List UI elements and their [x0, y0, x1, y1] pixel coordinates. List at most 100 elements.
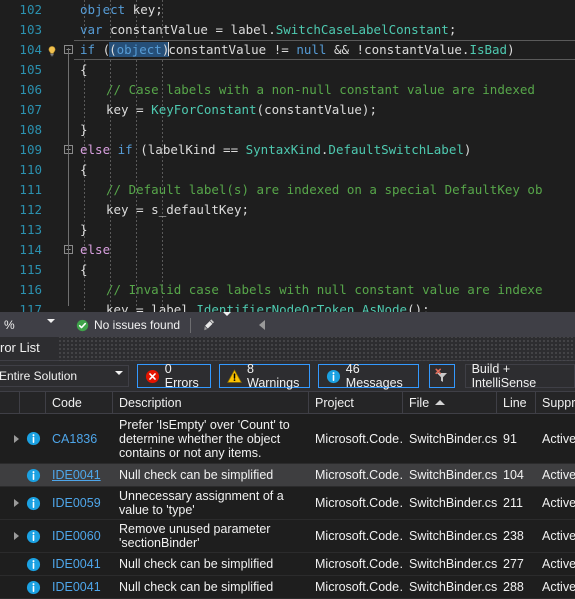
diagnostic-code-link[interactable]: IDE0041: [52, 557, 101, 571]
column-header-suppression[interactable]: Suppres: [536, 392, 575, 413]
brush-chevron-down-icon[interactable]: [223, 312, 232, 334]
row-expander: [0, 553, 20, 575]
code-line[interactable]: 117 key = label.IdentifierNodeOrToken.AsN…: [0, 300, 575, 312]
severity-cell: [20, 553, 46, 575]
code-text[interactable]: {: [80, 260, 88, 280]
diagnostic-code-link[interactable]: IDE0041: [52, 580, 101, 594]
column-header-line[interactable]: Line: [497, 392, 536, 413]
diagnostic-code-link[interactable]: IDE0041: [52, 468, 101, 482]
code-line[interactable]: 110 {: [0, 160, 575, 180]
clear-filter-button[interactable]: [429, 364, 455, 388]
column-header-project[interactable]: Project: [309, 392, 403, 413]
severity-cell: [20, 464, 46, 486]
column-header-description[interactable]: Description: [113, 392, 309, 413]
line-number: 105: [19, 62, 42, 77]
severity-cell: [20, 576, 46, 598]
line-cell: 211: [503, 496, 523, 510]
description-cell: Prefer 'IsEmpty' over 'Count' to determi…: [119, 417, 290, 460]
collapse-region-toggle[interactable]: −: [62, 140, 76, 160]
code-text[interactable]: }: [80, 220, 88, 240]
code-text[interactable]: key = KeyForConstant(constantValue);: [80, 100, 377, 120]
project-cell: Microsoft.Code…: [315, 468, 403, 482]
code-line[interactable]: 105 {: [0, 60, 575, 80]
table-row[interactable]: IDE0041 Null check can be simplified Micro…: [0, 464, 575, 487]
code-text[interactable]: else if (labelKind == SyntaxKind.Default…: [80, 140, 471, 160]
messages-filter-button[interactable]: 46 Messages: [317, 362, 420, 390]
diagnostic-code-cell[interactable]: IDE0059: [46, 487, 113, 519]
info-circle-icon: [26, 431, 41, 446]
code-text[interactable]: var constantValue = label.SwitchCaseLabe…: [80, 20, 456, 40]
clear-filter-icon: [435, 368, 447, 382]
code-text[interactable]: object key;: [80, 0, 163, 20]
severity-cell: [20, 487, 46, 519]
zoom-level-dropdown[interactable]: %: [0, 312, 62, 338]
build-source-dropdown[interactable]: Build + IntelliSense: [464, 362, 575, 390]
collapse-region-toggle[interactable]: −: [62, 40, 76, 60]
diagnostic-code-cell[interactable]: CA1836: [46, 414, 113, 463]
code-line[interactable]: 109 −else if (labelKind == SyntaxKind.Def…: [0, 140, 575, 160]
code-text[interactable]: // Invalid case labels with null constan…: [80, 280, 543, 300]
suppression-cell: Active: [542, 529, 575, 543]
code-line[interactable]: 116 // Invalid case labels with null cons…: [0, 280, 575, 300]
scope-filter-dropdown[interactable]: Entire Solution: [0, 365, 129, 389]
warnings-filter-button[interactable]: 8 Warnings: [218, 362, 310, 390]
diagnostic-code-cell[interactable]: IDE0041: [46, 464, 113, 486]
diagnostic-code-link[interactable]: IDE0060: [52, 529, 101, 543]
error-list-body[interactable]: CA1836 Prefer 'IsEmpty' over 'Count' to d…: [0, 414, 575, 599]
row-expander[interactable]: [0, 520, 20, 552]
line-number: 111: [19, 182, 42, 197]
code-line[interactable]: 102 object key;: [0, 0, 575, 20]
row-expander[interactable]: [0, 487, 20, 519]
diagnostic-code-cell[interactable]: IDE0041: [46, 576, 113, 598]
row-expander[interactable]: [0, 414, 20, 463]
code-line[interactable]: 112 key = s_defaultKey;: [0, 200, 575, 220]
code-line[interactable]: 115 {: [0, 260, 575, 280]
code-text[interactable]: else: [80, 240, 110, 260]
code-text[interactable]: // Case labels with a non-null constant …: [80, 80, 535, 100]
column-header-code[interactable]: Code: [46, 392, 113, 413]
line-number: 104: [19, 42, 42, 57]
lightbulb-icon[interactable]: [46, 44, 58, 57]
chevron-right-icon: [14, 532, 19, 540]
table-row[interactable]: CA1836 Prefer 'IsEmpty' over 'Count' to d…: [0, 414, 575, 464]
code-lines[interactable]: 102 object key; 103 var constantValue = lab…: [0, 0, 575, 312]
code-line[interactable]: 113}: [0, 220, 575, 240]
code-line[interactable]: 114 −else: [0, 240, 575, 260]
code-text[interactable]: // Default label(s) are indexed on a spe…: [80, 180, 543, 200]
code-text[interactable]: {: [80, 160, 88, 180]
table-row[interactable]: IDE0060 Remove unused parameter 'sectionB…: [0, 520, 575, 553]
code-text[interactable]: if ((object)constantValue != null && !co…: [80, 40, 515, 60]
code-line[interactable]: 104 −if ((object)constantValue != null &&…: [0, 40, 575, 60]
description-cell: Unnecessary assignment of a value to 'ty…: [119, 489, 284, 517]
diagnostic-code-link[interactable]: CA1836: [52, 432, 97, 446]
check-circle-icon: [76, 319, 89, 331]
errors-filter-button[interactable]: 0 Errors: [136, 362, 211, 390]
code-text[interactable]: {: [80, 60, 88, 80]
code-line[interactable]: 111 // Default label(s) are indexed on a …: [0, 180, 575, 200]
error-list-tabstrip[interactable]: ror List: [0, 337, 575, 361]
table-row[interactable]: IDE0059 Unnecessary assignment of a value…: [0, 487, 575, 520]
table-row[interactable]: IDE0041 Null check can be simplified Micro…: [0, 553, 575, 576]
line-number: 117: [19, 302, 42, 312]
column-header-file[interactable]: File: [403, 392, 497, 413]
diagnostic-code-cell[interactable]: IDE0041: [46, 553, 113, 575]
status-separator: [190, 317, 192, 333]
diagnostic-code-cell[interactable]: IDE0060: [46, 520, 113, 552]
issues-status[interactable]: No issues found: [76, 318, 180, 332]
code-line[interactable]: 108}: [0, 120, 575, 140]
file-cell: SwitchBinder.cs: [409, 580, 497, 594]
code-line[interactable]: 103 var constantValue = label.SwitchCaseL…: [0, 20, 575, 40]
code-editor[interactable]: 102 object key; 103 var constantValue = lab…: [0, 0, 575, 312]
diagnostic-code-link[interactable]: IDE0059: [52, 496, 101, 510]
scroll-left-arrow-icon[interactable]: [259, 320, 266, 330]
column-header-severity: [20, 392, 46, 413]
paintbrush-icon[interactable]: [201, 318, 216, 332]
code-text[interactable]: key = label.IdentifierNodeOrToken.AsNode…: [80, 300, 430, 312]
code-line[interactable]: 107 key = KeyForConstant(constantValue);: [0, 100, 575, 120]
error-list-tab-title[interactable]: ror List: [0, 340, 40, 355]
collapse-region-toggle[interactable]: −: [62, 240, 76, 260]
code-text[interactable]: key = s_defaultKey;: [80, 200, 249, 220]
code-text[interactable]: }: [80, 120, 88, 140]
project-cell: Microsoft.Code…: [315, 496, 403, 510]
code-line[interactable]: 106 // Case labels with a non-null consta…: [0, 80, 575, 100]
